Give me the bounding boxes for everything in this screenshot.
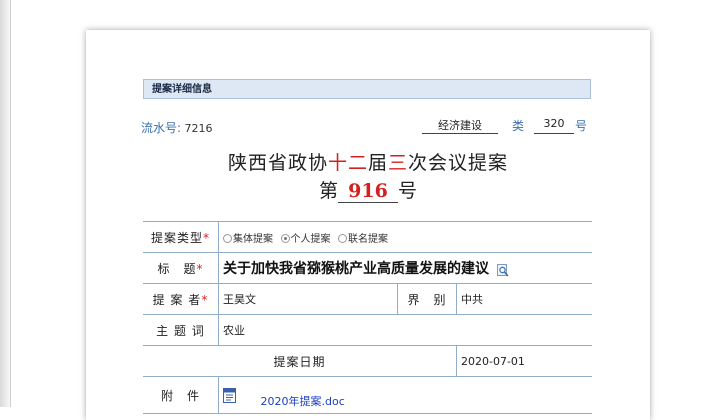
row-proposal-type: 提案类型* 集体提案 个人提案 联名提案 bbox=[143, 221, 592, 253]
row-date: 提案日期 2020-07-01 bbox=[143, 345, 592, 377]
serial-value: 7216 bbox=[184, 122, 213, 135]
date-value: 2020-07-01 bbox=[456, 345, 592, 377]
proposal-heading: 陕西省政协十二届三次会议提案 bbox=[86, 148, 650, 175]
row-title: 标 题* 关于加快我省猕猴桃产业高质量发展的建议 bbox=[143, 252, 592, 284]
radio-joint[interactable] bbox=[338, 234, 347, 243]
attachment-label: 附 件 bbox=[143, 376, 219, 414]
heading-session-number: 十二 bbox=[327, 152, 368, 174]
heading-part1: 陕西省政协 bbox=[227, 152, 328, 174]
theme-label: 主 题 词 bbox=[143, 314, 219, 346]
theme-value: 农业 bbox=[218, 314, 592, 346]
heading-part5: 次会议提案 bbox=[408, 152, 509, 174]
category-unit-label: 类 bbox=[512, 119, 525, 133]
proposal-sheet: 提案详细信息 流水号: 7216 经济建设 类 320 号 陕西省政协十二届三次… bbox=[86, 30, 650, 420]
proposal-title: 关于加快我省猕猴桃产业高质量发展的建议 bbox=[223, 261, 489, 277]
radio-joint-label: 联名提案 bbox=[348, 233, 388, 245]
radio-individual-label: 个人提案 bbox=[290, 233, 331, 245]
required-mark: * bbox=[203, 230, 210, 245]
row-attachment: 附 件 2020年提案.doc bbox=[143, 376, 592, 414]
row-proposer: 提 案 者* 王昊文 界 别 中共 bbox=[143, 283, 592, 315]
title-label-cell: 标 题* bbox=[143, 252, 219, 284]
radio-collective[interactable] bbox=[223, 234, 232, 243]
radio-individual[interactable] bbox=[280, 234, 290, 243]
type-label-cell: 提案类型* bbox=[143, 221, 219, 253]
serial-label: 流水号: bbox=[141, 121, 182, 135]
number-prefix: 第 bbox=[318, 180, 338, 202]
proposal-number-line: 第 916 号 bbox=[86, 176, 650, 203]
proposer-value: 王昊文 bbox=[218, 283, 398, 315]
sector-value: 中共 bbox=[456, 283, 592, 315]
title-label: 标 题 bbox=[157, 261, 197, 276]
required-mark: * bbox=[201, 292, 209, 307]
heading-meeting-number: 三 bbox=[388, 152, 409, 174]
type-label: 提案类型 bbox=[150, 230, 203, 245]
date-label: 提案日期 bbox=[143, 345, 457, 377]
required-mark: * bbox=[196, 261, 204, 276]
radio-collective-label: 集体提案 bbox=[233, 233, 273, 245]
preview-icon[interactable] bbox=[496, 263, 509, 277]
section-title: 提案详细信息 bbox=[143, 79, 591, 99]
sector-label: 界 别 bbox=[397, 283, 457, 315]
proposer-label: 提 案 者 bbox=[152, 292, 202, 307]
type-options-cell: 集体提案 个人提案 联名提案 bbox=[218, 221, 592, 253]
proposal-form-table: 提案类型* 集体提案 个人提案 联名提案 标 题* 关于加快我省猕猴桃产业高质量… bbox=[143, 221, 592, 414]
attachment-link[interactable]: 2020年提案.doc bbox=[261, 395, 345, 408]
heading-part3: 届 bbox=[367, 152, 388, 174]
attachment-cell: 2020年提案.doc bbox=[218, 376, 592, 414]
serial-number: 流水号: 7216 bbox=[141, 119, 213, 136]
word-document-icon bbox=[223, 387, 237, 404]
window-left-edge bbox=[0, 0, 11, 407]
row-theme: 主 题 词 农业 bbox=[143, 314, 592, 346]
proposal-number: 916 bbox=[338, 180, 398, 203]
title-value-cell: 关于加快我省猕猴桃产业高质量发展的建议 bbox=[218, 252, 592, 284]
number-suffix: 号 bbox=[398, 180, 418, 202]
proposer-label-cell: 提 案 者* bbox=[143, 283, 219, 315]
category-name: 经济建设 bbox=[422, 117, 498, 134]
category-number-suffix: 号 bbox=[575, 119, 588, 133]
category-number: 320 bbox=[534, 117, 574, 134]
